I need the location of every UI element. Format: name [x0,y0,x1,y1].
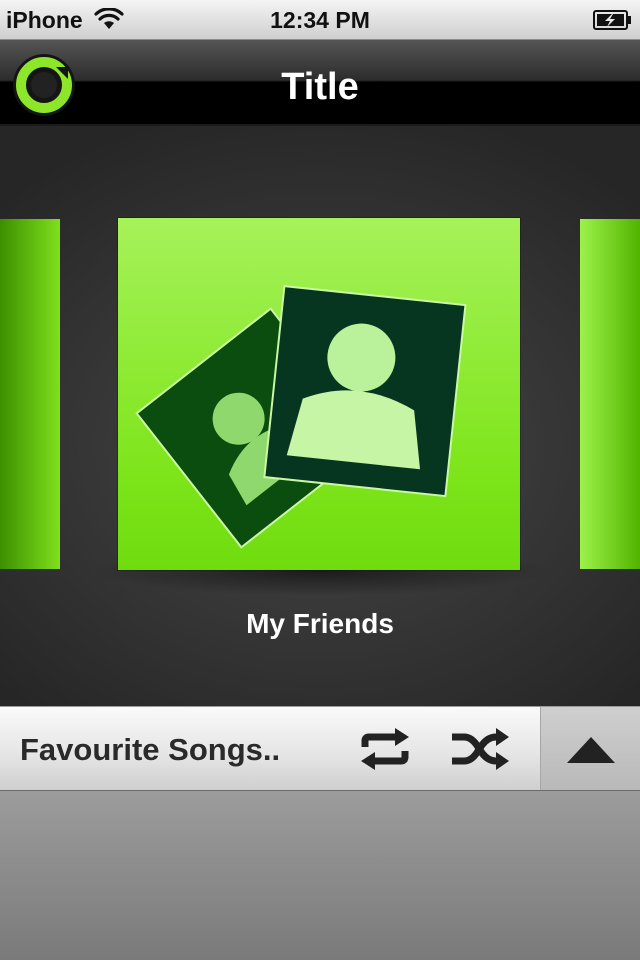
carousel-card-my-friends[interactable] [118,218,520,570]
carousel-card-next[interactable] [580,219,640,569]
carousel-card-label: My Friends [246,608,394,639]
triangle-up-icon [567,737,615,763]
carousel-card-previous[interactable] [0,219,60,569]
battery-charging-icon [593,10,631,30]
page-title: Title [281,66,359,108]
navigation-bar: Title [0,40,640,126]
status-time: 12:34 PM [270,7,370,33]
status-bar: iPhone 12:34 PM [0,0,640,40]
now-playing-title[interactable]: Favourite Songs.. [20,732,280,768]
player-bar: Favourite Songs.. [0,706,640,791]
category-carousel[interactable]: My Friends [0,126,640,707]
expand-player-button[interactable] [540,707,640,790]
friends-photos-icon [135,285,467,549]
repeat-icon[interactable] [357,727,413,771]
content-area [0,791,640,960]
shuffle-icon[interactable] [450,727,510,771]
